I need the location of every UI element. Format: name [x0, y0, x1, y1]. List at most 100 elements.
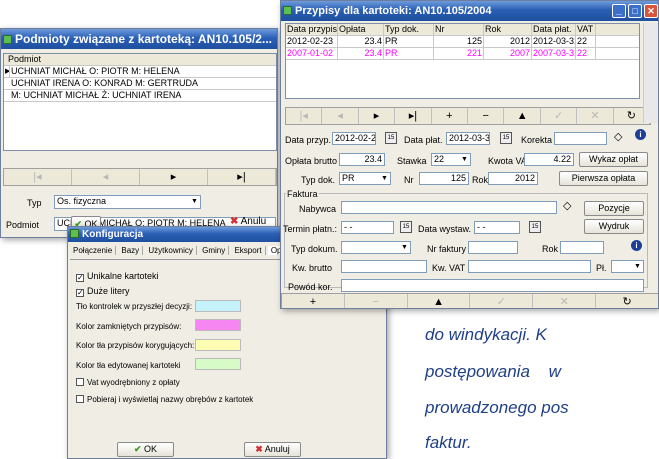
last-record-button[interactable]: ▸|	[395, 108, 432, 124]
cell-vat[interactable]: 22	[576, 48, 596, 60]
kwvat-input[interactable]	[468, 260, 591, 273]
header-data-plat[interactable]: Data płat.	[532, 24, 576, 36]
chevron-down-icon[interactable]: ▼	[632, 261, 643, 272]
minimize-button[interactable]: _	[612, 4, 626, 18]
next-record-button[interactable]: ▸	[359, 108, 396, 124]
pierwsza-oplata-button[interactable]: Pierwsza opłata	[559, 171, 648, 186]
cell-oplata[interactable]: 23.4	[338, 48, 384, 60]
kwbrutto-input[interactable]	[341, 260, 427, 273]
nr-input[interactable]: 125	[419, 172, 469, 185]
header-typ-dok[interactable]: Typ dok.	[384, 24, 434, 36]
cell-data-plat[interactable]: 2007-03-31	[532, 48, 576, 60]
chevron-down-icon[interactable]: ▼	[459, 154, 470, 165]
tab-bazy[interactable]: Bazy	[118, 246, 144, 255]
tab-gminy[interactable]: Gminy	[199, 246, 230, 255]
header-podmiot[interactable]: Podmiot	[4, 54, 276, 66]
nabywca-input[interactable]	[341, 201, 557, 214]
color-swatch-3[interactable]	[195, 339, 241, 351]
color-swatch-2[interactable]	[195, 319, 241, 331]
kwota-input[interactable]: 4.22	[524, 153, 574, 166]
typdokum-select[interactable]: ▼	[341, 241, 411, 254]
table-row[interactable]: M: UCHNIAT MICHAŁ Ż: UCHNIAT IRENA	[4, 90, 276, 102]
first-record-button[interactable]: |◂	[286, 108, 323, 124]
cell-data[interactable]: 2012-02-23	[286, 36, 338, 48]
stawka-select[interactable]: 22 ▼	[431, 153, 471, 166]
data-plat-input[interactable]: 2012-03-31	[446, 132, 490, 145]
cancel-record-button[interactable]: ✕	[577, 108, 614, 124]
color-swatch-4[interactable]	[195, 358, 241, 370]
next-record-button[interactable]: ▸	[140, 169, 208, 185]
row-cell[interactable]: UCHNIAT MICHAŁ O: PIOTR M: HELENA	[10, 66, 276, 78]
close-button[interactable]: ✕	[644, 4, 658, 18]
table-row-closed[interactable]: 2007-01-02 23.4 PR 221 2007 2007-03-31 2…	[286, 48, 639, 60]
chevron-down-icon[interactable]: ▼	[189, 196, 200, 208]
chevron-down-icon[interactable]: ▼	[379, 173, 390, 184]
post-record-button[interactable]: ✓	[541, 108, 578, 124]
korekta-input[interactable]	[554, 132, 607, 145]
typdok-select[interactable]: PR ▼	[339, 172, 391, 185]
calendar-icon[interactable]: 15	[500, 132, 512, 144]
cell-data[interactable]: 2007-01-02	[286, 48, 338, 60]
table-row[interactable]: 2012-02-23 23.4 PR 125 2012 2012-03-31 2…	[286, 36, 639, 48]
tab-polaczenie[interactable]: Połączenie	[70, 246, 117, 255]
tab-eksport[interactable]: Eksport	[231, 246, 266, 255]
calendar-icon[interactable]: 15	[529, 221, 541, 233]
nrfaktury-input[interactable]	[468, 241, 518, 254]
add-faktura-button[interactable]: +	[282, 294, 345, 308]
cell-typ[interactable]: PR	[384, 48, 434, 60]
last-record-button[interactable]: ▸|	[208, 169, 276, 185]
post-faktura-button[interactable]: ✓	[470, 294, 534, 308]
row-cell[interactable]: M: UCHNIAT MICHAŁ Ż: UCHNIAT IRENA	[10, 90, 276, 102]
przypisy-grid[interactable]: Data przypisu Opłata Typ dok. Nr Rok Dat…	[285, 23, 640, 99]
header-rok[interactable]: Rok	[484, 24, 532, 36]
cell-vat[interactable]: 22	[576, 36, 596, 48]
eraser-icon[interactable]: ◇	[614, 130, 622, 143]
cell-rok[interactable]: 2007	[484, 48, 532, 60]
color-swatch-1[interactable]	[195, 300, 241, 312]
vertical-scrollbar[interactable]	[643, 23, 658, 123]
header-vat[interactable]: VAT	[576, 24, 596, 36]
cell-rok[interactable]: 2012	[484, 36, 532, 48]
vat-checkbox[interactable]: Vat wyodrębniony z opłaty	[76, 378, 180, 387]
refresh-faktura-button[interactable]: ↻	[596, 294, 658, 308]
chevron-down-icon[interactable]: ▼	[399, 242, 410, 253]
maximize-button[interactable]: □	[628, 4, 642, 18]
rok2-input[interactable]	[560, 241, 604, 254]
header-data-przypisu[interactable]: Data przypisu	[286, 24, 338, 36]
pl-select[interactable]: ▼	[611, 260, 644, 273]
rok-input[interactable]: 2012	[488, 172, 538, 185]
first-record-button[interactable]: |◂	[4, 169, 72, 185]
row-cell[interactable]: UCHNIAT IRENA O: KONRAD M: GERTRUDA	[10, 78, 276, 90]
delete-faktura-button[interactable]: −	[345, 294, 408, 308]
table-row[interactable]: ▶ UCHNIAT MICHAŁ O: PIOTR M: HELENA	[4, 66, 276, 78]
konfiguracja-cancel-button[interactable]: ✖ Anuluj	[244, 442, 301, 457]
delete-record-button[interactable]: −	[468, 108, 505, 124]
info-icon[interactable]: i	[635, 129, 646, 140]
cell-nr[interactable]: 221	[434, 48, 484, 60]
cancel-faktura-button[interactable]: ✕	[533, 294, 597, 308]
tab-uzytkownicy[interactable]: Użytkownicy	[145, 246, 197, 255]
konfiguracja-ok-button[interactable]: ✔ OK	[117, 442, 174, 457]
podmioty-grid[interactable]: Podmiot ▶ UCHNIAT MICHAŁ O: PIOTR M: HELE…	[3, 53, 277, 151]
cell-data-plat[interactable]: 2012-03-31	[532, 36, 576, 48]
calendar-icon[interactable]: 15	[385, 132, 397, 144]
edit-faktura-button[interactable]: ▲	[408, 294, 471, 308]
prev-record-button[interactable]: ◂	[322, 108, 359, 124]
eraser-icon[interactable]: ◇	[563, 199, 571, 212]
header-nr[interactable]: Nr	[434, 24, 484, 36]
data-przyp-input[interactable]: 2012-02-23	[332, 132, 376, 145]
typ-select[interactable]: Os. fizyczna ▼	[54, 195, 201, 209]
unikalne-checkbox[interactable]: ✓ Unikalne kartoteki	[76, 271, 159, 282]
info-icon[interactable]: i	[631, 240, 642, 251]
edit-record-button[interactable]: ▲	[504, 108, 541, 124]
calendar-icon[interactable]: 15	[400, 221, 412, 233]
cell-typ[interactable]: PR	[384, 36, 434, 48]
termin-input[interactable]: - -	[341, 221, 394, 234]
oplata-input[interactable]: 23.4	[339, 153, 385, 166]
table-row[interactable]: UCHNIAT IRENA O: KONRAD M: GERTRUDA	[4, 78, 276, 90]
cell-oplata[interactable]: 23.4	[338, 36, 384, 48]
powod-input[interactable]	[341, 279, 644, 292]
cell-nr[interactable]: 125	[434, 36, 484, 48]
prev-record-button[interactable]: ◂	[72, 169, 140, 185]
wydruk-button[interactable]: Wydruk	[584, 219, 644, 234]
